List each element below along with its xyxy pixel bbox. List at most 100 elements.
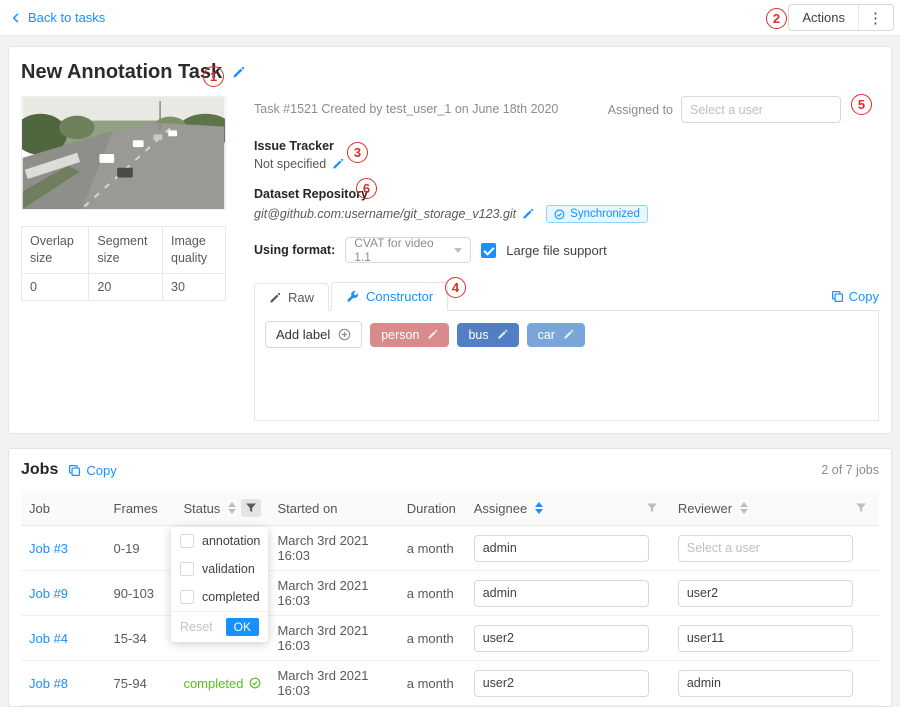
filter-icon[interactable] bbox=[851, 499, 871, 517]
callout-2: 2 bbox=[766, 8, 787, 29]
filter-ok-button[interactable]: OK bbox=[226, 618, 259, 636]
copy-labels-link[interactable]: Copy bbox=[831, 289, 879, 310]
dataset-repository-label: Dataset Repository bbox=[254, 187, 879, 201]
edit-label-icon[interactable] bbox=[563, 329, 574, 340]
callout-3: 3 bbox=[347, 142, 368, 163]
copy-labels-label: Copy bbox=[849, 289, 879, 304]
task-params-table: Overlap size Segment size Image quality … bbox=[21, 226, 226, 301]
duration-cell: a month bbox=[399, 571, 466, 616]
issue-tracker-value: Not specified bbox=[254, 157, 326, 171]
label-chip-bus-name: bus bbox=[468, 328, 488, 342]
started-cell: March 3rd 2021 16:03 bbox=[269, 526, 398, 571]
tab-raw-label: Raw bbox=[288, 290, 314, 305]
checkbox[interactable] bbox=[180, 590, 194, 604]
filter-option-completed[interactable]: completed bbox=[171, 583, 268, 611]
filter-option-label: validation bbox=[202, 562, 255, 576]
duration-cell: a month bbox=[399, 526, 466, 571]
filter-reset-button[interactable]: Reset bbox=[180, 620, 213, 634]
param-header-overlap: Overlap size bbox=[22, 227, 89, 274]
sort-icon[interactable] bbox=[228, 502, 236, 514]
column-header-assignee[interactable]: Assignee bbox=[466, 491, 670, 526]
add-label-button[interactable]: Add label bbox=[265, 321, 362, 348]
assigned-to-input[interactable] bbox=[681, 96, 841, 123]
edit-title-icon[interactable] bbox=[232, 66, 245, 79]
column-header-job[interactable]: Job bbox=[21, 491, 106, 526]
using-format-label: Using format: bbox=[254, 243, 335, 257]
filter-option-label: annotation bbox=[202, 534, 260, 548]
started-cell: March 3rd 2021 16:03 bbox=[269, 661, 398, 706]
param-value-overlap: 0 bbox=[22, 273, 89, 300]
checkbox[interactable] bbox=[180, 534, 194, 548]
copy-icon bbox=[68, 464, 81, 477]
column-header-status[interactable]: Status bbox=[175, 491, 269, 526]
column-header-started[interactable]: Started on bbox=[269, 491, 398, 526]
synchronized-badge: Synchronized bbox=[546, 205, 648, 223]
assignee-input[interactable] bbox=[474, 625, 649, 652]
filter-icon[interactable] bbox=[241, 499, 261, 517]
reviewer-input[interactable] bbox=[678, 625, 853, 652]
assignee-input[interactable] bbox=[474, 670, 649, 697]
jobs-count: 2 of 7 jobs bbox=[821, 463, 879, 477]
filter-option-validation[interactable]: validation bbox=[171, 555, 268, 583]
table-row: Job #9 90-103 March 3rd 2021 16:03 a mon… bbox=[21, 571, 879, 616]
label-chip-bus[interactable]: bus bbox=[457, 323, 518, 347]
filter-option-annotation[interactable]: annotation bbox=[171, 527, 268, 555]
copy-jobs-link[interactable]: Copy bbox=[68, 463, 116, 478]
top-bar: Back to tasks Actions ⋮ bbox=[0, 0, 900, 36]
started-cell: March 3rd 2021 16:03 bbox=[269, 571, 398, 616]
assignee-input[interactable] bbox=[474, 535, 649, 562]
label-chip-car[interactable]: car bbox=[527, 323, 585, 347]
task-preview-image bbox=[21, 96, 226, 210]
tab-constructor[interactable]: Constructor bbox=[331, 282, 448, 311]
reviewer-input[interactable] bbox=[678, 535, 853, 562]
check-circle-icon bbox=[554, 209, 565, 220]
filter-icon[interactable] bbox=[642, 499, 662, 517]
param-value-quality: 30 bbox=[163, 273, 226, 300]
started-cell: March 3rd 2021 16:03 bbox=[269, 616, 398, 661]
label-chip-person-name: person bbox=[381, 328, 419, 342]
more-options-icon[interactable]: ⋮ bbox=[859, 5, 893, 30]
status-filter-dropdown: annotation validation completed Reset OK bbox=[171, 527, 268, 642]
edit-repository-icon[interactable] bbox=[522, 208, 534, 220]
large-file-support-checkbox[interactable] bbox=[481, 243, 496, 258]
checkbox[interactable] bbox=[180, 562, 194, 576]
actions-button[interactable]: Actions ⋮ bbox=[788, 4, 894, 31]
frames-cell: 0-19 bbox=[106, 526, 176, 571]
duration-cell: a month bbox=[399, 616, 466, 661]
filter-option-label: completed bbox=[202, 590, 260, 604]
column-header-duration[interactable]: Duration bbox=[399, 491, 466, 526]
copy-icon bbox=[831, 290, 844, 303]
edit-label-icon[interactable] bbox=[497, 329, 508, 340]
callout-6: 6 bbox=[356, 178, 377, 199]
jobs-card: Jobs Copy 2 of 7 jobs Job Frames Status bbox=[8, 448, 892, 707]
add-label-text: Add label bbox=[276, 327, 330, 342]
back-to-tasks-label: Back to tasks bbox=[28, 10, 105, 25]
frames-cell: 15-34 bbox=[106, 616, 176, 661]
tab-raw[interactable]: Raw bbox=[254, 283, 329, 311]
reviewer-input[interactable] bbox=[678, 670, 853, 697]
sort-icon[interactable] bbox=[535, 502, 543, 514]
actions-label: Actions bbox=[789, 5, 858, 30]
edit-issue-tracker-icon[interactable] bbox=[332, 158, 344, 170]
back-to-tasks-link[interactable]: Back to tasks bbox=[10, 10, 105, 25]
sort-icon[interactable] bbox=[740, 502, 748, 514]
job-link[interactable]: Job #3 bbox=[29, 541, 68, 556]
pencil-icon bbox=[269, 292, 281, 304]
job-link[interactable]: Job #8 bbox=[29, 676, 68, 691]
assigned-to-label: Assigned to bbox=[608, 103, 673, 117]
label-chip-person[interactable]: person bbox=[370, 323, 449, 347]
job-link[interactable]: Job #9 bbox=[29, 586, 68, 601]
format-select[interactable]: CVAT for video 1.1 bbox=[345, 237, 471, 263]
dataset-repository-url: git@github.com:username/git_storage_v123… bbox=[254, 207, 516, 221]
job-link[interactable]: Job #4 bbox=[29, 631, 68, 646]
jobs-title: Jobs bbox=[21, 461, 58, 479]
copy-jobs-label: Copy bbox=[86, 463, 116, 478]
edit-label-icon[interactable] bbox=[427, 329, 438, 340]
assignee-input[interactable] bbox=[474, 580, 649, 607]
table-row: Job #8 75-94 completed March 3rd 2021 16… bbox=[21, 661, 879, 706]
column-header-frames[interactable]: Frames bbox=[106, 491, 176, 526]
param-value-segment: 20 bbox=[89, 273, 163, 300]
reviewer-input[interactable] bbox=[678, 580, 853, 607]
column-header-reviewer[interactable]: Reviewer bbox=[670, 491, 879, 526]
plus-circle-icon bbox=[338, 328, 351, 341]
